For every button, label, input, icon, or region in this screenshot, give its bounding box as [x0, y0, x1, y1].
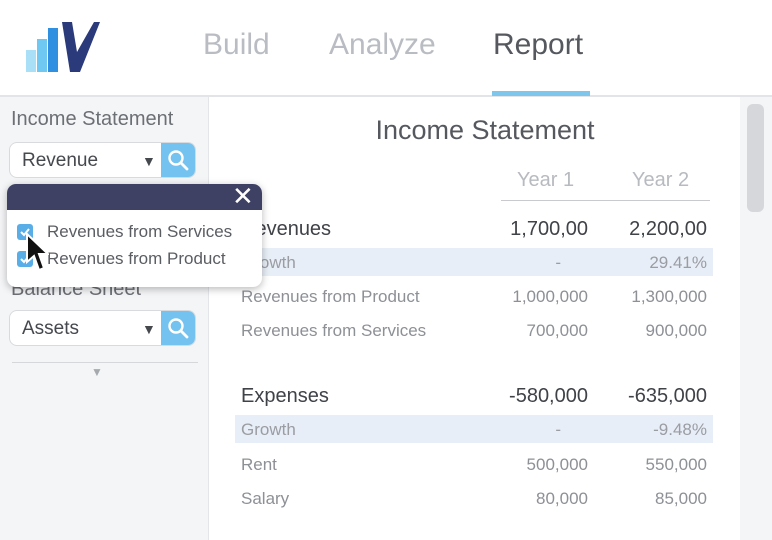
top-navigation-bar: Build Analyze Report [0, 0, 772, 97]
column-header-year-1: Year 1 [517, 169, 575, 191]
year-2-value: 1,300,000 [631, 287, 707, 306]
row-label: Revenues from Services [241, 321, 427, 340]
search-icon [168, 318, 189, 339]
table-row-expenses[interactable]: Expenses -580,000 -635,000 [235, 382, 713, 412]
mouse-pointer-icon [26, 232, 49, 272]
year-1-value: 700,000 [526, 321, 588, 340]
caret-down-icon[interactable]: ▼ [142, 321, 156, 337]
row-label: Expenses [241, 385, 329, 407]
income-statement-select[interactable]: Revenue ▼ [9, 142, 196, 178]
table-row-revenues[interactable]: Revenues 1,700,00 2,200,00 [235, 215, 713, 245]
year-2-value: -9.48% [653, 420, 707, 439]
table-row-revenues-from-product[interactable]: Revenues from Product 1,000,000 1,300,00… [235, 283, 713, 311]
year-1-value: 80,000 [536, 489, 588, 508]
vertical-scrollbar[interactable] [740, 97, 772, 540]
expand-more-icon[interactable]: ▼ [91, 365, 103, 379]
table-row-revenue-growth[interactable]: Growth - 29.41% [235, 248, 713, 276]
column-header-divider [501, 200, 710, 201]
year-1-value: 1,000,000 [512, 287, 588, 306]
year-2-value: 29.41% [649, 253, 707, 272]
report-title: Income Statement [375, 115, 595, 145]
row-label: Rent [241, 455, 277, 474]
year-2-value: 900,000 [645, 321, 707, 340]
search-icon [168, 150, 189, 171]
tab-report[interactable]: Report [493, 28, 583, 62]
filter-option-label: Revenues from Product [47, 249, 226, 268]
select-value: Assets [22, 318, 80, 339]
balance-sheet-select[interactable]: Assets ▼ [9, 310, 196, 346]
year-1-value: -580,000 [509, 385, 588, 407]
filter-option-label: Revenues from Services [47, 222, 233, 241]
caret-down-icon[interactable]: ▼ [142, 153, 156, 169]
table-row-salary[interactable]: Salary 80,000 85,000 [235, 485, 713, 513]
select-value: Revenue [22, 150, 99, 171]
table-row-expense-growth[interactable]: Growth - -9.48% [235, 415, 713, 443]
column-header-year-2: Year 2 [632, 169, 690, 191]
search-button[interactable] [161, 143, 195, 177]
report-panel: Income Statement Year 1 Year 2 Revenues … [210, 97, 740, 540]
year-2-value: 85,000 [655, 489, 707, 508]
active-tab-indicator [492, 91, 590, 96]
table-row-revenues-from-services[interactable]: Revenues from Services 700,000 900,000 [235, 317, 713, 345]
tab-build[interactable]: Build [203, 28, 270, 62]
search-button[interactable] [161, 311, 195, 345]
year-1-value: 1,700,00 [510, 218, 588, 240]
scrollbar-thumb[interactable] [747, 104, 764, 212]
app-window: Build Analyze Report Income Statement Re… [0, 0, 772, 540]
sidebar-divider [12, 362, 198, 363]
year-2-value: 2,200,00 [629, 218, 707, 240]
year-2-value: 550,000 [645, 455, 707, 474]
year-1-value: - [555, 253, 561, 272]
row-label: Growth [241, 420, 296, 439]
table-row-rent[interactable]: Rent 500,000 550,000 [235, 451, 713, 479]
app-logo[interactable] [24, 22, 100, 74]
year-1-value: - [555, 420, 561, 439]
row-label: Revenues from Product [241, 287, 420, 306]
sidebar-heading-income-statement: Income Statement [11, 108, 174, 130]
tab-analyze[interactable]: Analyze [329, 28, 436, 62]
year-2-value: -635,000 [628, 385, 707, 407]
sidebar: Income Statement Revenue ▼ Balance Sheet… [0, 97, 209, 540]
popup-header: ✕ [7, 184, 262, 210]
close-icon[interactable]: ✕ [232, 184, 254, 210]
row-label: Salary [241, 489, 290, 508]
year-1-value: 500,000 [526, 455, 588, 474]
